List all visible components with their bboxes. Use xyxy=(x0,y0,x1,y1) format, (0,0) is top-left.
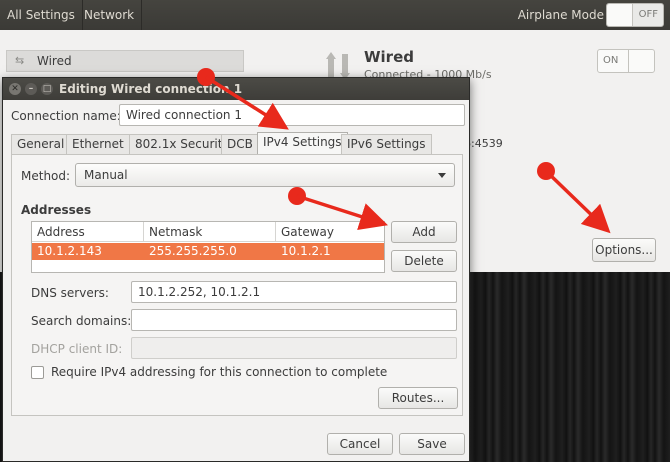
routes-button[interactable]: Routes... xyxy=(378,387,458,409)
airplane-mode-label: Airplane Mode xyxy=(517,8,604,22)
search-domains-label: Search domains: xyxy=(31,314,132,328)
sidebar-item-label: Wired xyxy=(37,54,72,68)
airplane-mode-switch[interactable]: OFF xyxy=(606,3,664,27)
settings-titlebar: All Settings Network Airplane Mode OFF xyxy=(0,0,670,30)
tab-bar: General Ethernet 802.1x Security DCB IPv… xyxy=(11,132,463,154)
switch-knob xyxy=(607,4,633,26)
delete-button[interactable]: Delete xyxy=(391,250,457,272)
table-row[interactable]: 10.1.2.143 255.255.255.0 10.1.2.1 xyxy=(32,243,384,260)
column-header-address[interactable]: Address xyxy=(32,222,144,242)
gateway-cell[interactable]: 10.1.2.1 xyxy=(276,243,331,260)
require-ipv4-checkbox[interactable] xyxy=(31,366,44,379)
addresses-heading: Addresses xyxy=(21,203,92,217)
column-header-netmask[interactable]: Netmask xyxy=(144,222,276,242)
all-settings-button[interactable]: All Settings xyxy=(0,0,83,30)
network-wired-icon xyxy=(326,52,350,80)
tab-802-1x-security[interactable]: 802.1x Security xyxy=(129,134,236,154)
tab-ipv4-settings[interactable]: IPv4 Settings xyxy=(257,132,348,154)
sidebar-item-wired[interactable]: ⇆ Wired xyxy=(6,50,244,72)
tab-ethernet[interactable]: Ethernet xyxy=(66,134,130,154)
wired-switch-state: ON xyxy=(603,55,619,66)
ipv4-settings-panel: Method: Manual Addresses Address Netmask… xyxy=(11,154,463,416)
address-cell[interactable]: 10.1.2.143 xyxy=(32,243,102,260)
connection-name-label: Connection name: xyxy=(11,109,121,123)
require-ipv4-label: Require IPv4 addressing for this connect… xyxy=(51,365,388,379)
dialog-titlebar: ✕ – □ Editing Wired connection 1 xyxy=(3,78,469,100)
device-title: Wired xyxy=(364,48,414,66)
column-header-gateway[interactable]: Gateway xyxy=(276,222,384,242)
maximize-icon[interactable]: □ xyxy=(41,83,53,95)
connection-name-input[interactable]: Wired connection 1 xyxy=(119,104,465,126)
airplane-mode-state: OFF xyxy=(638,9,658,20)
dhcp-client-id-input xyxy=(131,337,457,359)
switch-knob xyxy=(628,50,654,72)
tab-general[interactable]: General xyxy=(11,134,71,154)
tab-ipv6-settings[interactable]: IPv6 Settings xyxy=(341,134,432,154)
table-header: Address Netmask Gateway xyxy=(32,222,384,242)
close-icon[interactable]: ✕ xyxy=(9,83,21,95)
method-label: Method: xyxy=(21,169,71,183)
wired-switch[interactable]: ON xyxy=(597,49,655,73)
addresses-table[interactable]: Address Netmask Gateway 10.1.2.143 255.2… xyxy=(31,221,385,273)
search-domains-input[interactable] xyxy=(131,309,457,331)
options-button[interactable]: Options... xyxy=(592,238,656,262)
cancel-button[interactable]: Cancel xyxy=(327,433,393,455)
method-dropdown[interactable]: Manual xyxy=(75,163,455,187)
chevron-down-icon xyxy=(438,173,446,178)
netmask-cell[interactable]: 255.255.255.0 xyxy=(144,243,237,260)
dns-servers-input[interactable]: 10.1.2.252, 10.1.2.1 xyxy=(131,281,457,303)
save-button[interactable]: Save xyxy=(399,433,465,455)
dhcp-client-id-label: DHCP client ID: xyxy=(31,342,123,356)
dialog-title: Editing Wired connection 1 xyxy=(59,82,243,96)
method-value: Manual xyxy=(84,168,128,182)
breadcrumb-network: Network xyxy=(77,0,143,30)
add-button[interactable]: Add xyxy=(391,221,457,243)
edit-connection-dialog: ✕ – □ Editing Wired connection 1 Connect… xyxy=(2,77,470,462)
minimize-icon[interactable]: – xyxy=(25,83,37,95)
tab-dcb[interactable]: DCB xyxy=(221,134,259,154)
network-wired-icon: ⇆ xyxy=(15,54,25,67)
dns-servers-label: DNS servers: xyxy=(31,286,109,300)
